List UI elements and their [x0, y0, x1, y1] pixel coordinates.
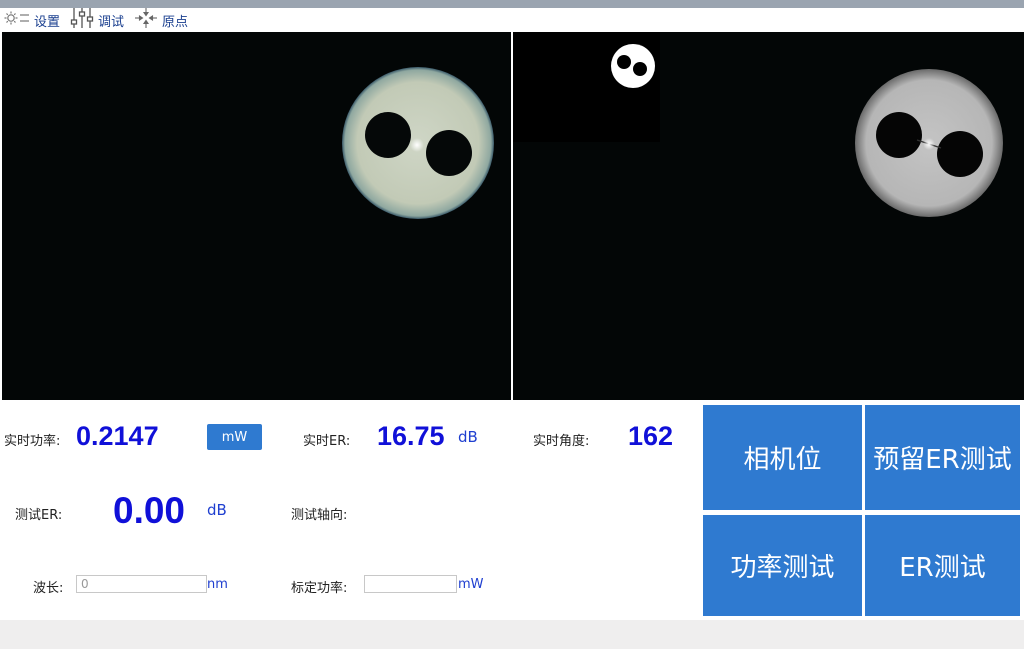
processed-camera-view: [513, 32, 1024, 400]
power-test-button[interactable]: 功率测试: [703, 515, 862, 616]
power-value: 0.2147: [76, 421, 159, 451]
fiber-end-image: [342, 67, 494, 219]
er-unit: dB: [458, 428, 478, 446]
er-label: 实时ER:: [303, 434, 351, 449]
wavelength-input[interactable]: [76, 575, 207, 593]
er-test-button[interactable]: ER测试: [865, 515, 1020, 616]
toolbar: 设置 调试 原点: [0, 8, 1024, 32]
sliders-icon: [70, 7, 98, 33]
processed-fiber-image: [513, 32, 1003, 217]
test-axis-label: 测试轴向:: [291, 508, 348, 523]
debug-label: 调试: [98, 14, 125, 30]
test-er-label: 测试ER:: [15, 508, 63, 523]
angle-value: 162: [628, 421, 674, 451]
test-er-value: 0.00: [113, 490, 186, 531]
cal-power-label: 标定功率:: [291, 581, 348, 596]
cal-power-input[interactable]: [364, 575, 457, 593]
er-value: 16.75: [377, 421, 445, 451]
angle-label: 实时角度:: [533, 434, 590, 449]
live-camera-view: [2, 32, 511, 400]
origin-label: 原点: [162, 14, 189, 30]
origin-tool[interactable]: 原点: [134, 7, 188, 33]
camera-position-button[interactable]: 相机位: [703, 405, 862, 510]
status-strip: [0, 620, 1024, 649]
reserve-er-test-button[interactable]: 预留ER测试: [865, 405, 1020, 510]
camera-views: [0, 32, 1024, 401]
wavelength-unit: nm: [207, 577, 228, 592]
debug-tool[interactable]: 调试: [70, 7, 124, 33]
power-label: 实时功率:: [4, 434, 61, 449]
gear-icon: [4, 10, 34, 30]
test-er-unit: dB: [207, 501, 227, 519]
wavelength-label: 波长:: [33, 581, 64, 596]
power-unit-button[interactable]: mW: [207, 424, 262, 450]
cal-power-unit: mW: [458, 577, 484, 592]
settings-tool[interactable]: 设置: [4, 10, 60, 30]
settings-label: 设置: [34, 14, 61, 30]
crosshair-arrows-icon: [134, 7, 162, 33]
